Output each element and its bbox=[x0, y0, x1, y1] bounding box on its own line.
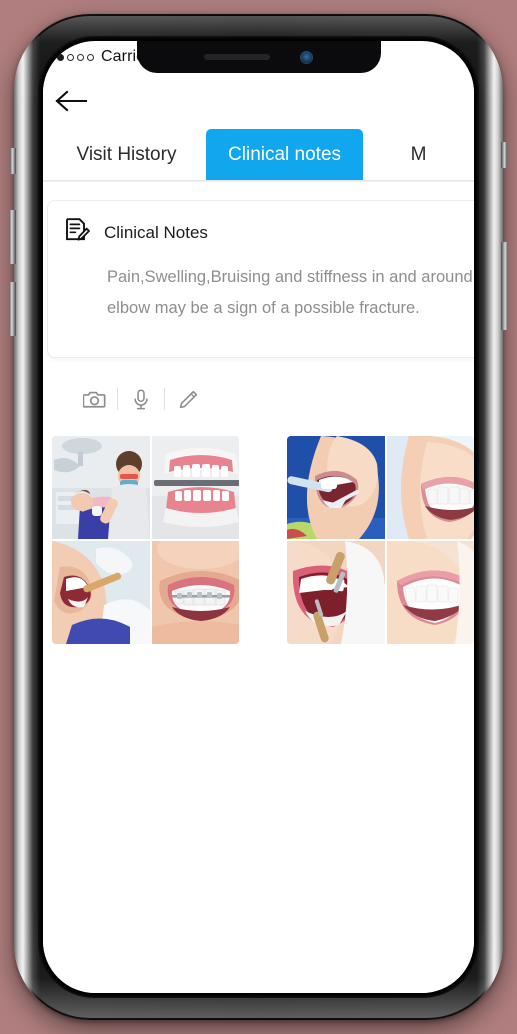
clinical-notes-section: Clinical Notes Pain,Swelling,Bruising an… bbox=[43, 182, 474, 358]
clinical-notes-title: Clinical Notes bbox=[104, 222, 208, 242]
clinical-notes-body-line-2: elbow may be a sign of a possible fractu… bbox=[107, 298, 420, 317]
clinical-notes-card-header: Clinical Notes bbox=[64, 217, 474, 248]
photo-thumbnail[interactable] bbox=[287, 436, 385, 539]
tab-medications-label: M bbox=[410, 144, 427, 165]
microphone-icon[interactable] bbox=[118, 384, 164, 414]
note-edit-icon bbox=[64, 217, 90, 248]
navigation-bar bbox=[43, 73, 474, 129]
speaker-grille-icon bbox=[204, 54, 270, 60]
photo-grid-left bbox=[52, 436, 239, 644]
tab-clinical-notes-label: Clinical notes bbox=[228, 144, 342, 165]
tab-clinical-notes[interactable]: Clinical notes bbox=[205, 129, 364, 181]
tab-underline bbox=[43, 180, 474, 181]
photo-grid-right bbox=[287, 436, 474, 644]
tab-visit-history-label: Visit History bbox=[76, 144, 177, 165]
home-indicator bbox=[193, 979, 325, 984]
tab-visit-history[interactable]: Visit History bbox=[47, 129, 206, 181]
app-content: Visit History Clinical notes M Clinical … bbox=[43, 73, 474, 993]
front-camera-icon bbox=[300, 50, 313, 64]
photo-thumbnail[interactable] bbox=[52, 541, 150, 644]
back-arrow-icon[interactable] bbox=[55, 86, 89, 116]
photo-thumbnail[interactable] bbox=[52, 436, 150, 539]
tab-bar: Visit History Clinical notes M bbox=[43, 129, 474, 181]
side-button-top[interactable] bbox=[501, 142, 507, 168]
photo-thumbnail[interactable] bbox=[152, 436, 239, 539]
clinical-notes-body: Pain,Swelling,Bruising and stiffness in … bbox=[64, 262, 474, 323]
photo-thumbnail[interactable] bbox=[387, 541, 474, 644]
photo-thumbnail[interactable] bbox=[152, 541, 239, 644]
phone-screen: Carrier Visit History Clinical notes M C… bbox=[43, 41, 474, 993]
clinical-notes-body-line-1: Pain,Swelling,Bruising and stiffness in … bbox=[107, 268, 474, 286]
clinical-notes-card[interactable]: Clinical Notes Pain,Swelling,Bruising an… bbox=[47, 200, 474, 358]
signal-dots-icon bbox=[57, 53, 94, 61]
attachment-grids bbox=[43, 436, 474, 644]
volume-up-button[interactable] bbox=[9, 210, 16, 264]
mute-switch[interactable] bbox=[10, 148, 16, 174]
volume-down-button[interactable] bbox=[9, 282, 16, 336]
attachment-actions bbox=[71, 384, 474, 414]
photo-thumbnail[interactable] bbox=[287, 541, 385, 644]
phone-frame: Carrier Visit History Clinical notes M C… bbox=[9, 14, 508, 1020]
camera-icon[interactable] bbox=[71, 384, 117, 414]
photo-thumbnail[interactable] bbox=[387, 436, 474, 539]
tab-medications[interactable]: M bbox=[363, 129, 474, 181]
pencil-icon[interactable] bbox=[165, 384, 211, 414]
device-notch bbox=[136, 41, 381, 73]
power-button[interactable] bbox=[501, 242, 508, 330]
